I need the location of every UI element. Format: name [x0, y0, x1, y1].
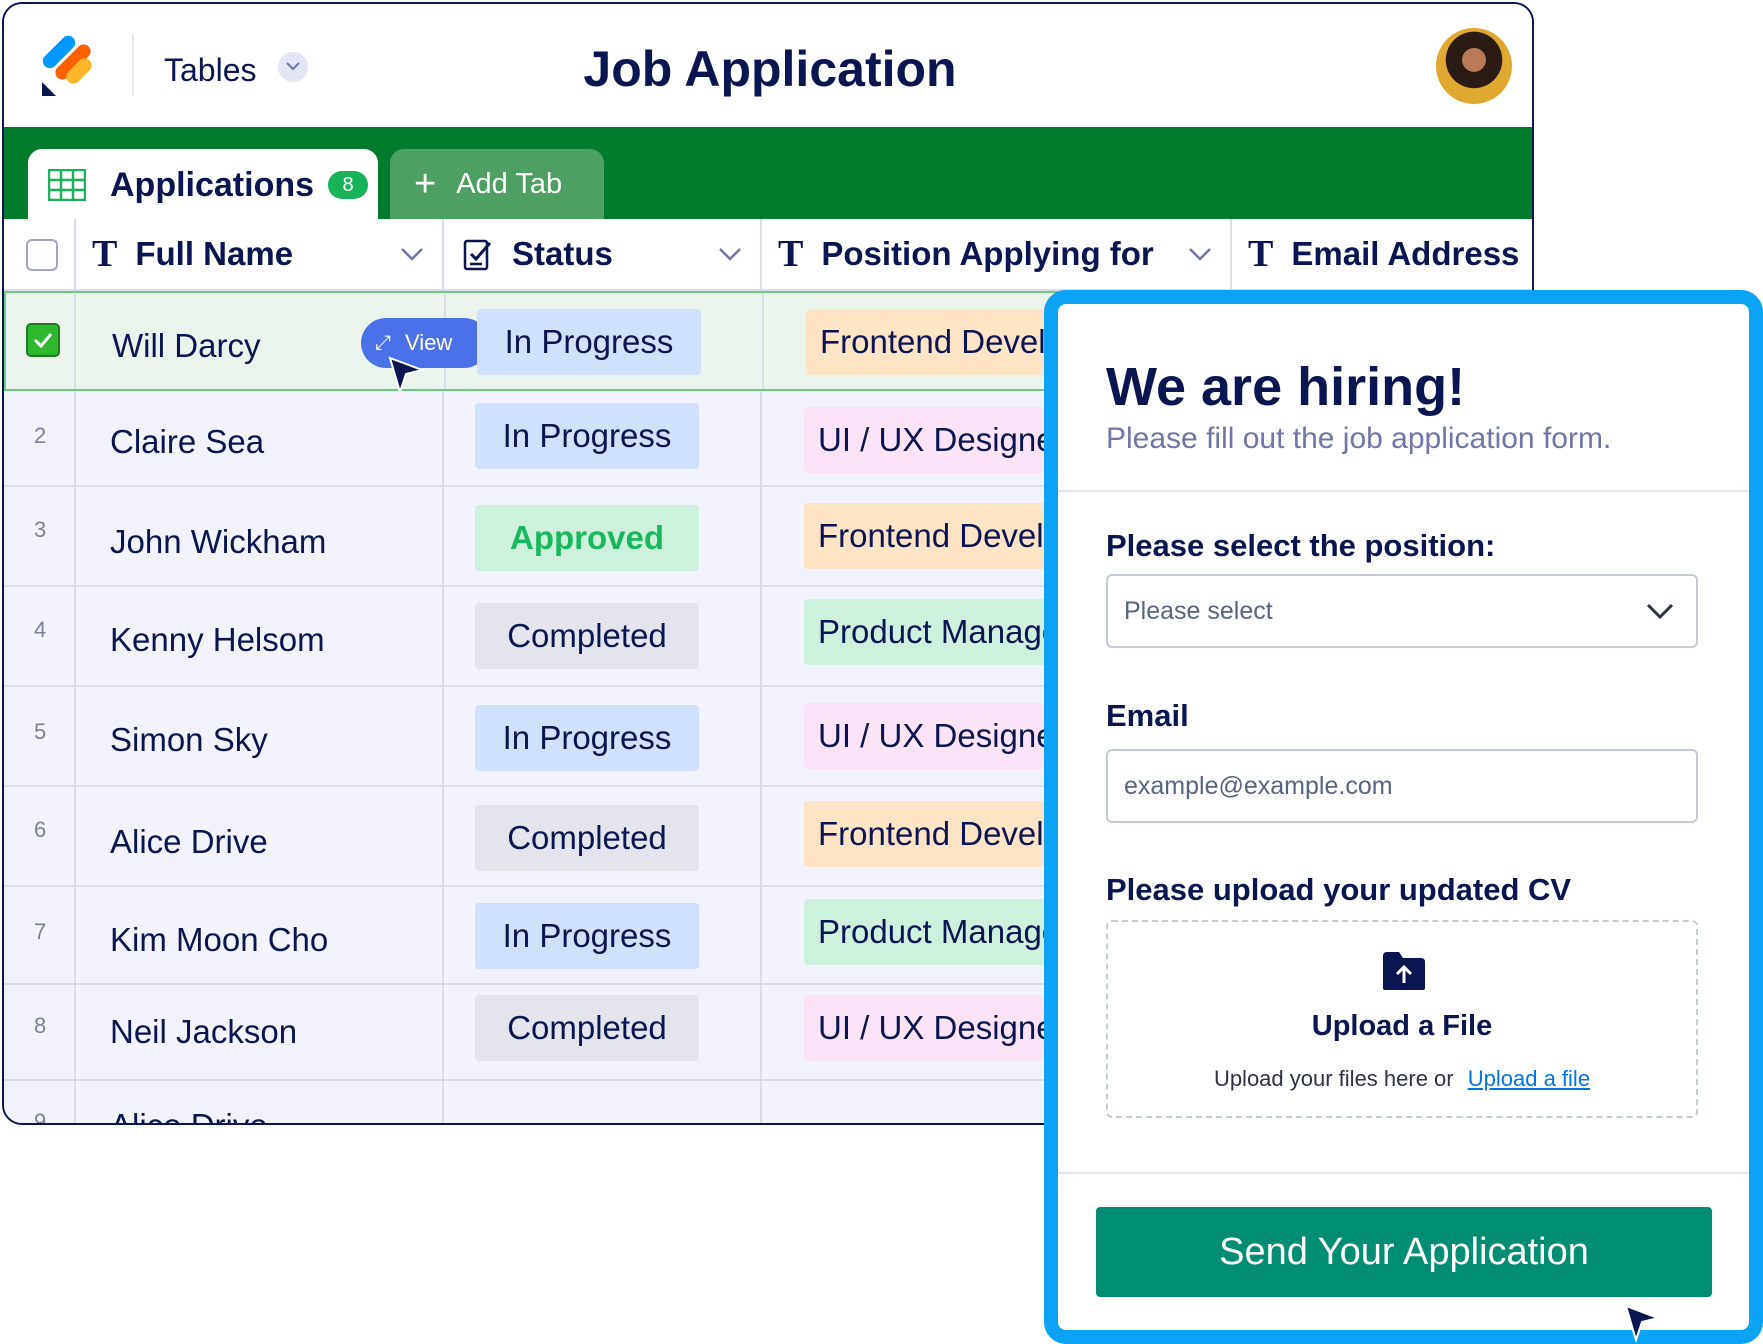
- applicant-name: Neil Jackson: [110, 1013, 298, 1050]
- applicant-name: Will Darcy: [112, 327, 261, 364]
- position-question-label: Please select the position:: [1106, 528, 1496, 563]
- email-field[interactable]: example@example.com: [1106, 749, 1698, 823]
- column-header-position[interactable]: T Position Applying for: [762, 219, 1232, 289]
- send-application-button[interactable]: Send Your Application: [1096, 1207, 1712, 1297]
- mouse-cursor-icon: [388, 356, 424, 394]
- file-upload-dropzone[interactable]: Upload a File Upload your files here or …: [1106, 920, 1698, 1118]
- chevron-down-icon[interactable]: [1188, 247, 1212, 261]
- folder-upload-icon: [1383, 952, 1425, 990]
- upload-hint-text: Upload your files here or: [1213, 1066, 1454, 1091]
- divider: [1058, 1172, 1749, 1174]
- chevron-down-icon: [1646, 603, 1674, 620]
- row-number: 9: [34, 1109, 47, 1125]
- select-placeholder: Please select: [1124, 596, 1273, 625]
- row-number-cell: 5: [4, 687, 76, 785]
- applicant-name: Kim Moon Cho: [110, 921, 329, 958]
- applicant-name: Claire Sea: [110, 423, 265, 460]
- add-tab-label: Add Tab: [456, 167, 563, 200]
- expand-icon: ⤢: [375, 331, 391, 354]
- table-grid-icon: [48, 169, 86, 201]
- row-number-cell: 6: [4, 787, 76, 885]
- top-bar: Tables Job Application: [4, 4, 1532, 127]
- name-cell: Alice Drive: [76, 1081, 444, 1123]
- row-number: 8: [34, 1013, 47, 1038]
- row-number-cell: 7: [4, 887, 76, 983]
- form-title: We are hiring!: [1106, 357, 1466, 417]
- status-badge[interactable]: Completed: [475, 603, 699, 669]
- status-cell: [444, 1081, 762, 1123]
- applicant-name: John Wickham: [110, 523, 327, 560]
- mouse-cursor-icon: [1624, 1304, 1660, 1342]
- applicant-name: Kenny Helsom: [110, 621, 325, 658]
- name-cell: Kenny Helsom: [76, 587, 444, 685]
- column-label: Position Applying for: [821, 235, 1154, 272]
- name-cell: Neil Jackson: [76, 985, 444, 1079]
- status-badge[interactable]: Approved: [475, 505, 699, 571]
- status-clipboard-icon: [463, 239, 492, 271]
- cv-question-label: Please upload your updated CV: [1106, 872, 1572, 907]
- text-type-icon: T: [1248, 233, 1274, 275]
- tab-label: Applications: [110, 165, 315, 204]
- row-number: 4: [34, 617, 47, 642]
- status-badge[interactable]: In Progress: [475, 403, 699, 469]
- status-badge[interactable]: Completed: [475, 805, 699, 871]
- status-badge[interactable]: Completed: [475, 995, 699, 1061]
- plus-icon: +: [414, 163, 437, 205]
- column-label: Email Address: [1291, 235, 1520, 272]
- tab-bar: Applications 8 + Add Tab: [4, 127, 1532, 221]
- count-badge: 8: [328, 171, 369, 199]
- chevron-down-icon[interactable]: [718, 247, 742, 261]
- avatar[interactable]: [1436, 28, 1512, 104]
- row-number-cell: 2: [4, 391, 76, 485]
- header-row: T Full Name Status T Position Applying f…: [4, 219, 1532, 291]
- select-all-cell: [4, 219, 76, 289]
- column-header-email[interactable]: T Email Address: [1232, 219, 1532, 289]
- status-badge[interactable]: In Progress: [477, 309, 701, 375]
- column-header-status[interactable]: Status: [444, 219, 762, 289]
- chevron-down-icon[interactable]: [400, 247, 424, 261]
- applicant-name: Alice Drive: [110, 823, 268, 860]
- email-placeholder: example@example.com: [1124, 771, 1393, 800]
- row-number-cell: 8: [4, 985, 76, 1079]
- tab-applications[interactable]: Applications 8: [28, 149, 378, 221]
- page-title: Job Application: [583, 41, 957, 97]
- position-select[interactable]: Please select: [1106, 574, 1698, 648]
- upload-hint: Upload your files here or Upload a file: [1108, 1066, 1696, 1092]
- row-number: 5: [34, 719, 47, 744]
- form-subtitle: Please fill out the job application form…: [1106, 422, 1612, 455]
- column-header-full-name[interactable]: T Full Name: [76, 219, 444, 289]
- row-number: 7: [34, 919, 47, 944]
- job-application-form: We are hiring! Please fill out the job a…: [1044, 290, 1763, 1344]
- select-all-checkbox[interactable]: [26, 239, 58, 271]
- row-number: 6: [34, 817, 47, 842]
- checked-checkbox[interactable]: [26, 323, 60, 357]
- name-cell: Alice Drive: [76, 787, 444, 885]
- name-cell: Claire Sea: [76, 391, 444, 485]
- form-header: We are hiring! Please fill out the job a…: [1058, 304, 1749, 492]
- text-type-icon: T: [92, 233, 118, 275]
- text-type-icon: T: [778, 233, 804, 275]
- row-number-cell: 3: [4, 487, 76, 585]
- row-number-cell: 4: [4, 587, 76, 685]
- row-number-cell: 9: [4, 1081, 76, 1125]
- applicant-name: Simon Sky: [110, 721, 268, 758]
- email-question-label: Email: [1106, 698, 1189, 733]
- name-cell: John Wickham: [76, 487, 444, 585]
- name-cell: Kim Moon Cho: [76, 887, 444, 983]
- upload-title: Upload a File: [1311, 1010, 1493, 1042]
- column-label: Status: [512, 235, 613, 272]
- row-select-cell: [6, 293, 76, 389]
- applicant-name: Alice Drive: [110, 1107, 268, 1123]
- row-number: 3: [34, 517, 47, 542]
- status-badge[interactable]: In Progress: [475, 705, 699, 771]
- status-badge[interactable]: In Progress: [475, 903, 699, 969]
- column-label: Full Name: [135, 235, 294, 272]
- add-tab-button[interactable]: + Add Tab: [390, 149, 604, 219]
- upload-file-link[interactable]: Upload a file: [1468, 1066, 1590, 1091]
- row-number: 2: [34, 423, 47, 448]
- name-cell: Simon Sky: [76, 687, 444, 785]
